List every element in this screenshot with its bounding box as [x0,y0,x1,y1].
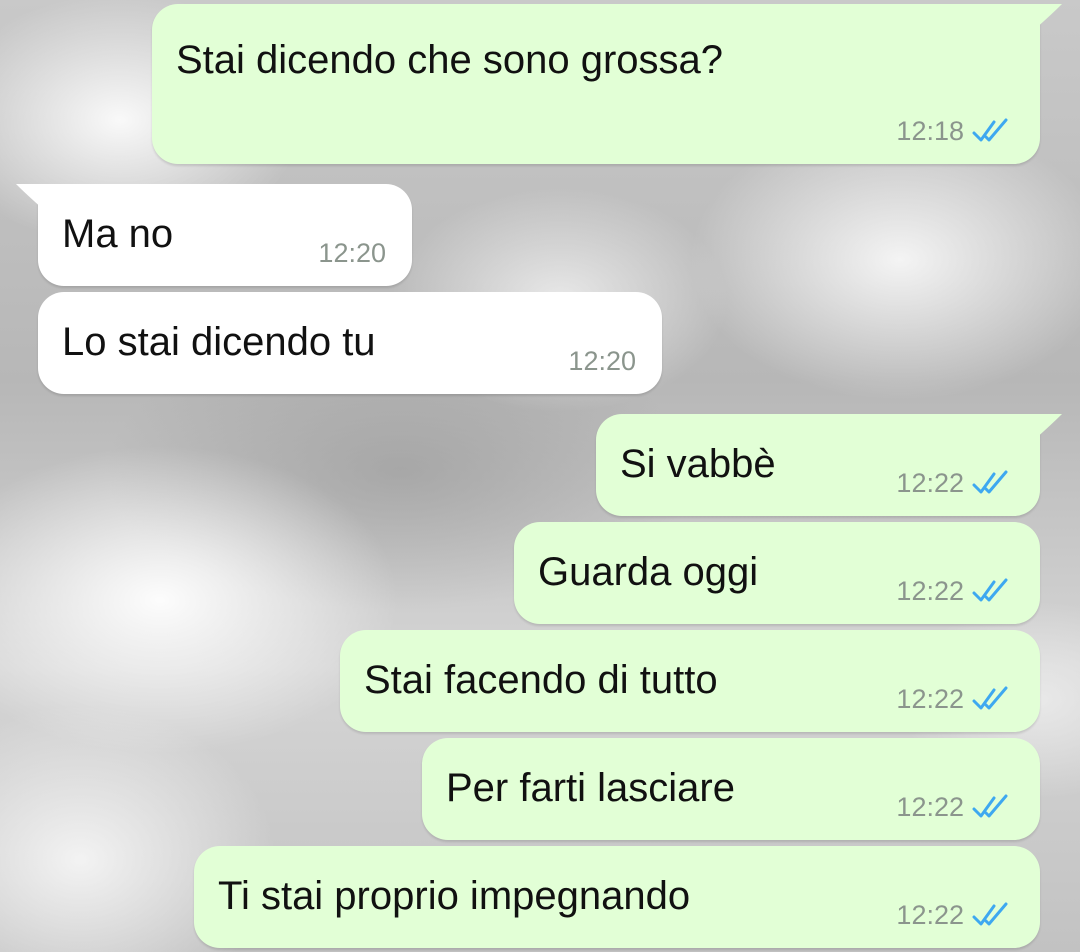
message-text: Guarda oggi [538,550,759,594]
message-time: 12:20 [568,346,636,376]
message-text: Lo stai dicendo tu [62,320,376,364]
message-bubble-outgoing[interactable]: Ti stai proprio impegnando 12:22 [194,846,1040,948]
message-text: Ma no [62,212,174,256]
bubble-tail-icon [1034,414,1062,440]
double-check-icon [972,794,1008,818]
double-check-icon [972,118,1008,142]
message-text: Ti stai proprio impegnando [218,874,691,918]
double-check-icon [972,686,1008,710]
message-bubble-outgoing[interactable]: Stai dicendo che sono grossa? 12:18 [152,4,1062,164]
message-time: 12:22 [896,684,964,714]
double-check-icon [972,470,1008,494]
message-meta: 12:22 [896,900,1014,930]
message-meta: 12:20 [568,346,636,376]
bubble-tail-icon [1034,4,1062,30]
message-bubble-outgoing[interactable]: Per farti lasciare 12:22 [422,738,1040,840]
message-bubble-outgoing[interactable]: Stai facendo di tutto 12:22 [340,630,1040,732]
message-meta: 12:22 [896,684,1014,714]
message-time: 12:20 [318,238,386,268]
double-check-icon [972,902,1008,926]
message-bubble-incoming[interactable]: Ma no 12:20 [16,184,412,286]
message-bubble-incoming[interactable]: Lo stai dicendo tu 12:20 [38,292,662,394]
message-time: 12:22 [896,900,964,930]
message-meta: 12:22 [896,468,1014,498]
message-meta: 12:22 [896,792,1014,822]
message-text: Stai dicendo che sono grossa? [176,38,724,82]
message-time: 12:22 [896,792,964,822]
message-time: 12:22 [896,576,964,606]
message-meta: 12:20 [318,238,386,268]
message-time: 12:18 [896,116,964,146]
message-meta: 12:22 [896,576,1014,606]
message-bubble-outgoing[interactable]: Guarda oggi 12:22 [514,522,1040,624]
message-text: Si vabbè [620,442,776,486]
message-time: 12:22 [896,468,964,498]
bubble-tail-icon [16,184,44,210]
chat-conversation: Stai dicendo che sono grossa? 12:18 Ma n… [0,0,1080,952]
message-text: Per farti lasciare [446,766,735,810]
message-text: Stai facendo di tutto [364,658,718,702]
double-check-icon [972,578,1008,602]
message-bubble-outgoing[interactable]: Si vabbè 12:22 [596,414,1062,516]
message-meta: 12:18 [896,116,1014,146]
